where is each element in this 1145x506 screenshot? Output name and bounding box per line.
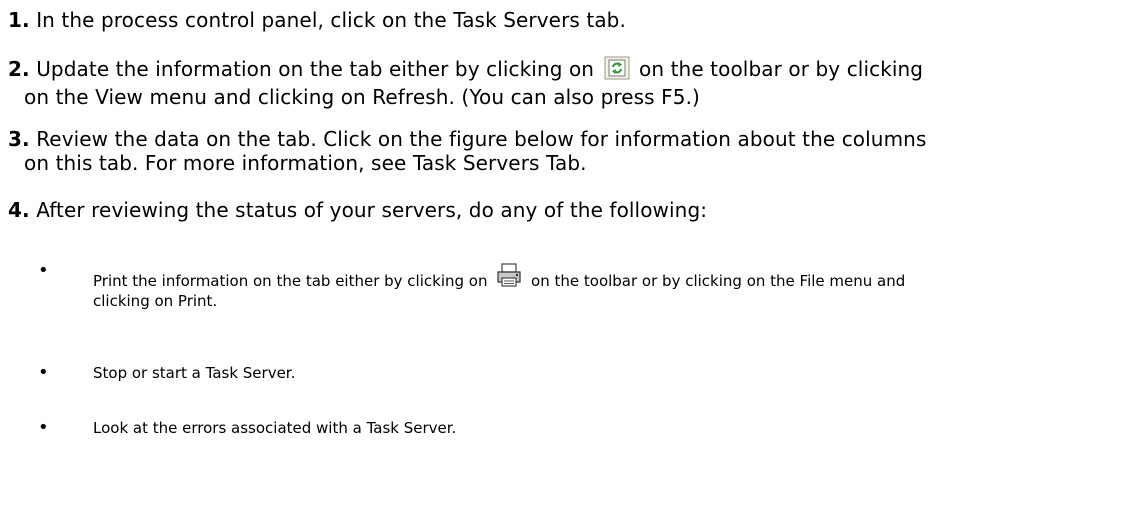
refresh-icon [604, 56, 630, 85]
step-text-after-icon: on the toolbar or by clicking [639, 57, 924, 81]
step-text: Update the information on the tab either… [36, 57, 595, 81]
bullet-text: Print the information on the tab either … [93, 272, 488, 290]
bullet-item-errors: • Look at the errors associated with a T… [38, 419, 1138, 439]
step-3: 3. Review the data on the tab. Click on … [8, 127, 1128, 175]
bullet-dot: • [38, 362, 49, 383]
bullet-continuation: clicking on Print. [93, 292, 218, 310]
step-number: 3. [8, 127, 30, 151]
step-text: Review the data on the tab. Click on the… [36, 127, 927, 151]
step-number: 1. [8, 8, 30, 32]
step-number: 4. [8, 198, 30, 222]
printer-icon [495, 262, 523, 292]
bullet-text-after-icon: on the toolbar or by clicking on the Fil… [531, 272, 906, 290]
bullet-item-stop-start: • Stop or start a Task Server. [38, 364, 1138, 384]
step-1: 1. In the process control panel, click o… [8, 8, 1128, 32]
step-text: In the process control panel, click on t… [36, 8, 626, 32]
step-number: 2. [8, 57, 30, 81]
step-4: 4. After reviewing the status of your se… [8, 198, 1128, 222]
bullet-text: Stop or start a Task Server. [93, 364, 296, 382]
bullet-dot: • [38, 417, 49, 438]
step-2: 2. Update the information on the tab eit… [8, 56, 1128, 109]
bullet-text: Look at the errors associated with a Tas… [93, 419, 457, 437]
bullet-item-print: • Print the information on the tab eithe… [38, 262, 1138, 322]
step-continuation: on the View menu and clicking on Refresh… [24, 85, 700, 109]
step-continuation: on this tab. For more information, see T… [24, 151, 587, 175]
step-text: After reviewing the status of your serve… [36, 198, 708, 222]
bullet-dot: • [38, 260, 49, 281]
